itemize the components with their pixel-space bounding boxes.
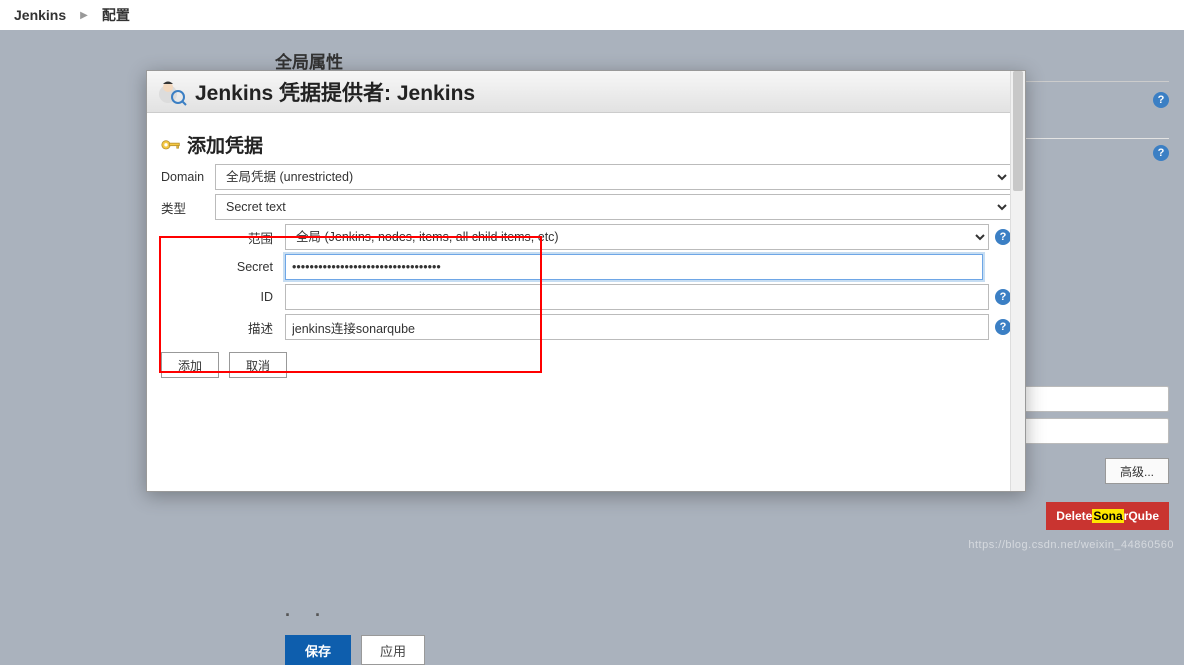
- secret-input[interactable]: [285, 254, 983, 280]
- modal-body: 添加凭据 Domain 全局凭据 (unrestricted) 类型 Secre…: [147, 113, 1025, 491]
- domain-select[interactable]: 全局凭据 (unrestricted): [215, 164, 1011, 190]
- ellipsis: . .: [275, 600, 1169, 621]
- id-label: ID: [201, 290, 281, 304]
- modal-scrollbar[interactable]: [1010, 71, 1025, 491]
- key-icon: [161, 139, 181, 151]
- breadcrumb-separator: ▶: [80, 10, 88, 21]
- cancel-button[interactable]: 取消: [229, 352, 287, 378]
- save-button[interactable]: 保存: [285, 635, 351, 665]
- secret-label: Secret: [201, 260, 281, 274]
- delete-sonarqube-button[interactable]: DeleteSonarQube: [1046, 502, 1169, 530]
- scope-label: 范围: [201, 228, 281, 247]
- help-icon[interactable]: ?: [995, 229, 1011, 245]
- apply-button[interactable]: 应用: [361, 635, 425, 665]
- help-icon[interactable]: ?: [1153, 145, 1169, 161]
- watermark: https://blog.csdn.net/weixin_44860560: [968, 539, 1174, 551]
- breadcrumb: Jenkins ▶ 配置: [0, 0, 1184, 30]
- description-input[interactable]: [285, 314, 989, 340]
- breadcrumb-root[interactable]: Jenkins: [14, 7, 66, 23]
- section-title-add-credentials: 添加凭据: [187, 131, 263, 158]
- modal-header: Jenkins 凭据提供者: Jenkins: [147, 71, 1025, 113]
- scroll-thumb[interactable]: [1013, 71, 1023, 191]
- add-button[interactable]: 添加: [161, 352, 219, 378]
- help-icon[interactable]: ?: [995, 319, 1011, 335]
- type-select[interactable]: Secret text: [215, 194, 1011, 220]
- jenkins-icon: [157, 77, 187, 107]
- id-input[interactable]: [285, 284, 989, 310]
- scope-select[interactable]: 全局 (Jenkins, nodes, items, all child ite…: [285, 224, 989, 250]
- advanced-button[interactable]: 高级...: [1105, 458, 1169, 484]
- credentials-modal: Jenkins 凭据提供者: Jenkins 添加凭据 Domain 全局凭据 …: [146, 70, 1026, 492]
- type-label: 类型: [161, 198, 211, 217]
- description-label: 描述: [201, 318, 281, 337]
- breadcrumb-page[interactable]: 配置: [102, 5, 130, 25]
- modal-title: Jenkins 凭据提供者: Jenkins: [195, 77, 475, 107]
- domain-label: Domain: [161, 170, 211, 184]
- help-icon[interactable]: ?: [1153, 92, 1169, 108]
- help-icon[interactable]: ?: [995, 289, 1011, 305]
